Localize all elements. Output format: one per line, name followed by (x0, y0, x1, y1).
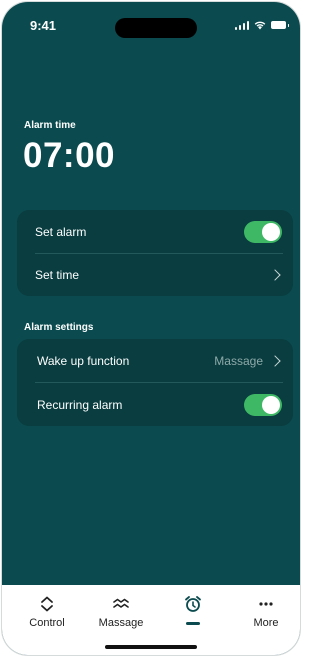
phone-screen: 9:41 Alarm time 07:00 Set alarm Set time… (2, 2, 300, 655)
camera-notch (115, 18, 197, 38)
chevron-right-icon (269, 268, 281, 281)
tab-control[interactable]: Control (12, 585, 82, 633)
recurring-alarm-label: Recurring alarm (37, 397, 123, 412)
set-time-label: Set time (35, 267, 80, 282)
alarm-settings-card: Wake up function Massage Recurring alarm (17, 339, 293, 426)
tab-bar: Control Massage More (2, 585, 300, 655)
tab-alarm[interactable] (158, 585, 228, 633)
alarm-clock-icon (184, 593, 202, 615)
chevron-right-icon (269, 354, 281, 367)
waves-icon (113, 593, 129, 615)
recurring-alarm-toggle[interactable] (244, 393, 282, 416)
tab-massage[interactable]: Massage (86, 585, 156, 633)
status-icons (234, 20, 289, 30)
alarm-card: Set alarm Set time (17, 210, 293, 296)
toggle-knob (262, 395, 280, 414)
tab-more[interactable]: More (231, 585, 300, 633)
tab-label: Massage (98, 617, 144, 629)
alarm-time-value: 07:00 (23, 136, 116, 175)
set-time-row[interactable]: Set time (17, 253, 293, 296)
wake-up-function-row[interactable]: Wake up function Massage (17, 339, 293, 382)
set-alarm-label: Set alarm (35, 224, 87, 239)
recurring-alarm-row: Recurring alarm (17, 383, 293, 426)
active-tab-indicator (186, 622, 200, 625)
wake-up-function-label: Wake up function (37, 353, 130, 368)
battery-icon (271, 21, 289, 29)
control-icon (40, 593, 54, 615)
alarm-settings-title: Alarm settings (24, 322, 94, 333)
tab-label: More (253, 617, 279, 629)
toggle-knob (262, 222, 280, 241)
wifi-icon (254, 21, 266, 30)
more-icon (259, 593, 273, 615)
set-alarm-toggle[interactable] (244, 220, 282, 243)
set-alarm-row: Set alarm (17, 210, 293, 253)
home-indicator (105, 645, 197, 649)
wake-up-function-value: Massage (214, 353, 263, 368)
signal-icon (234, 20, 249, 30)
tab-label: Control (29, 617, 65, 629)
status-time: 9:41 (30, 18, 57, 33)
alarm-time-label: Alarm time (24, 120, 76, 131)
